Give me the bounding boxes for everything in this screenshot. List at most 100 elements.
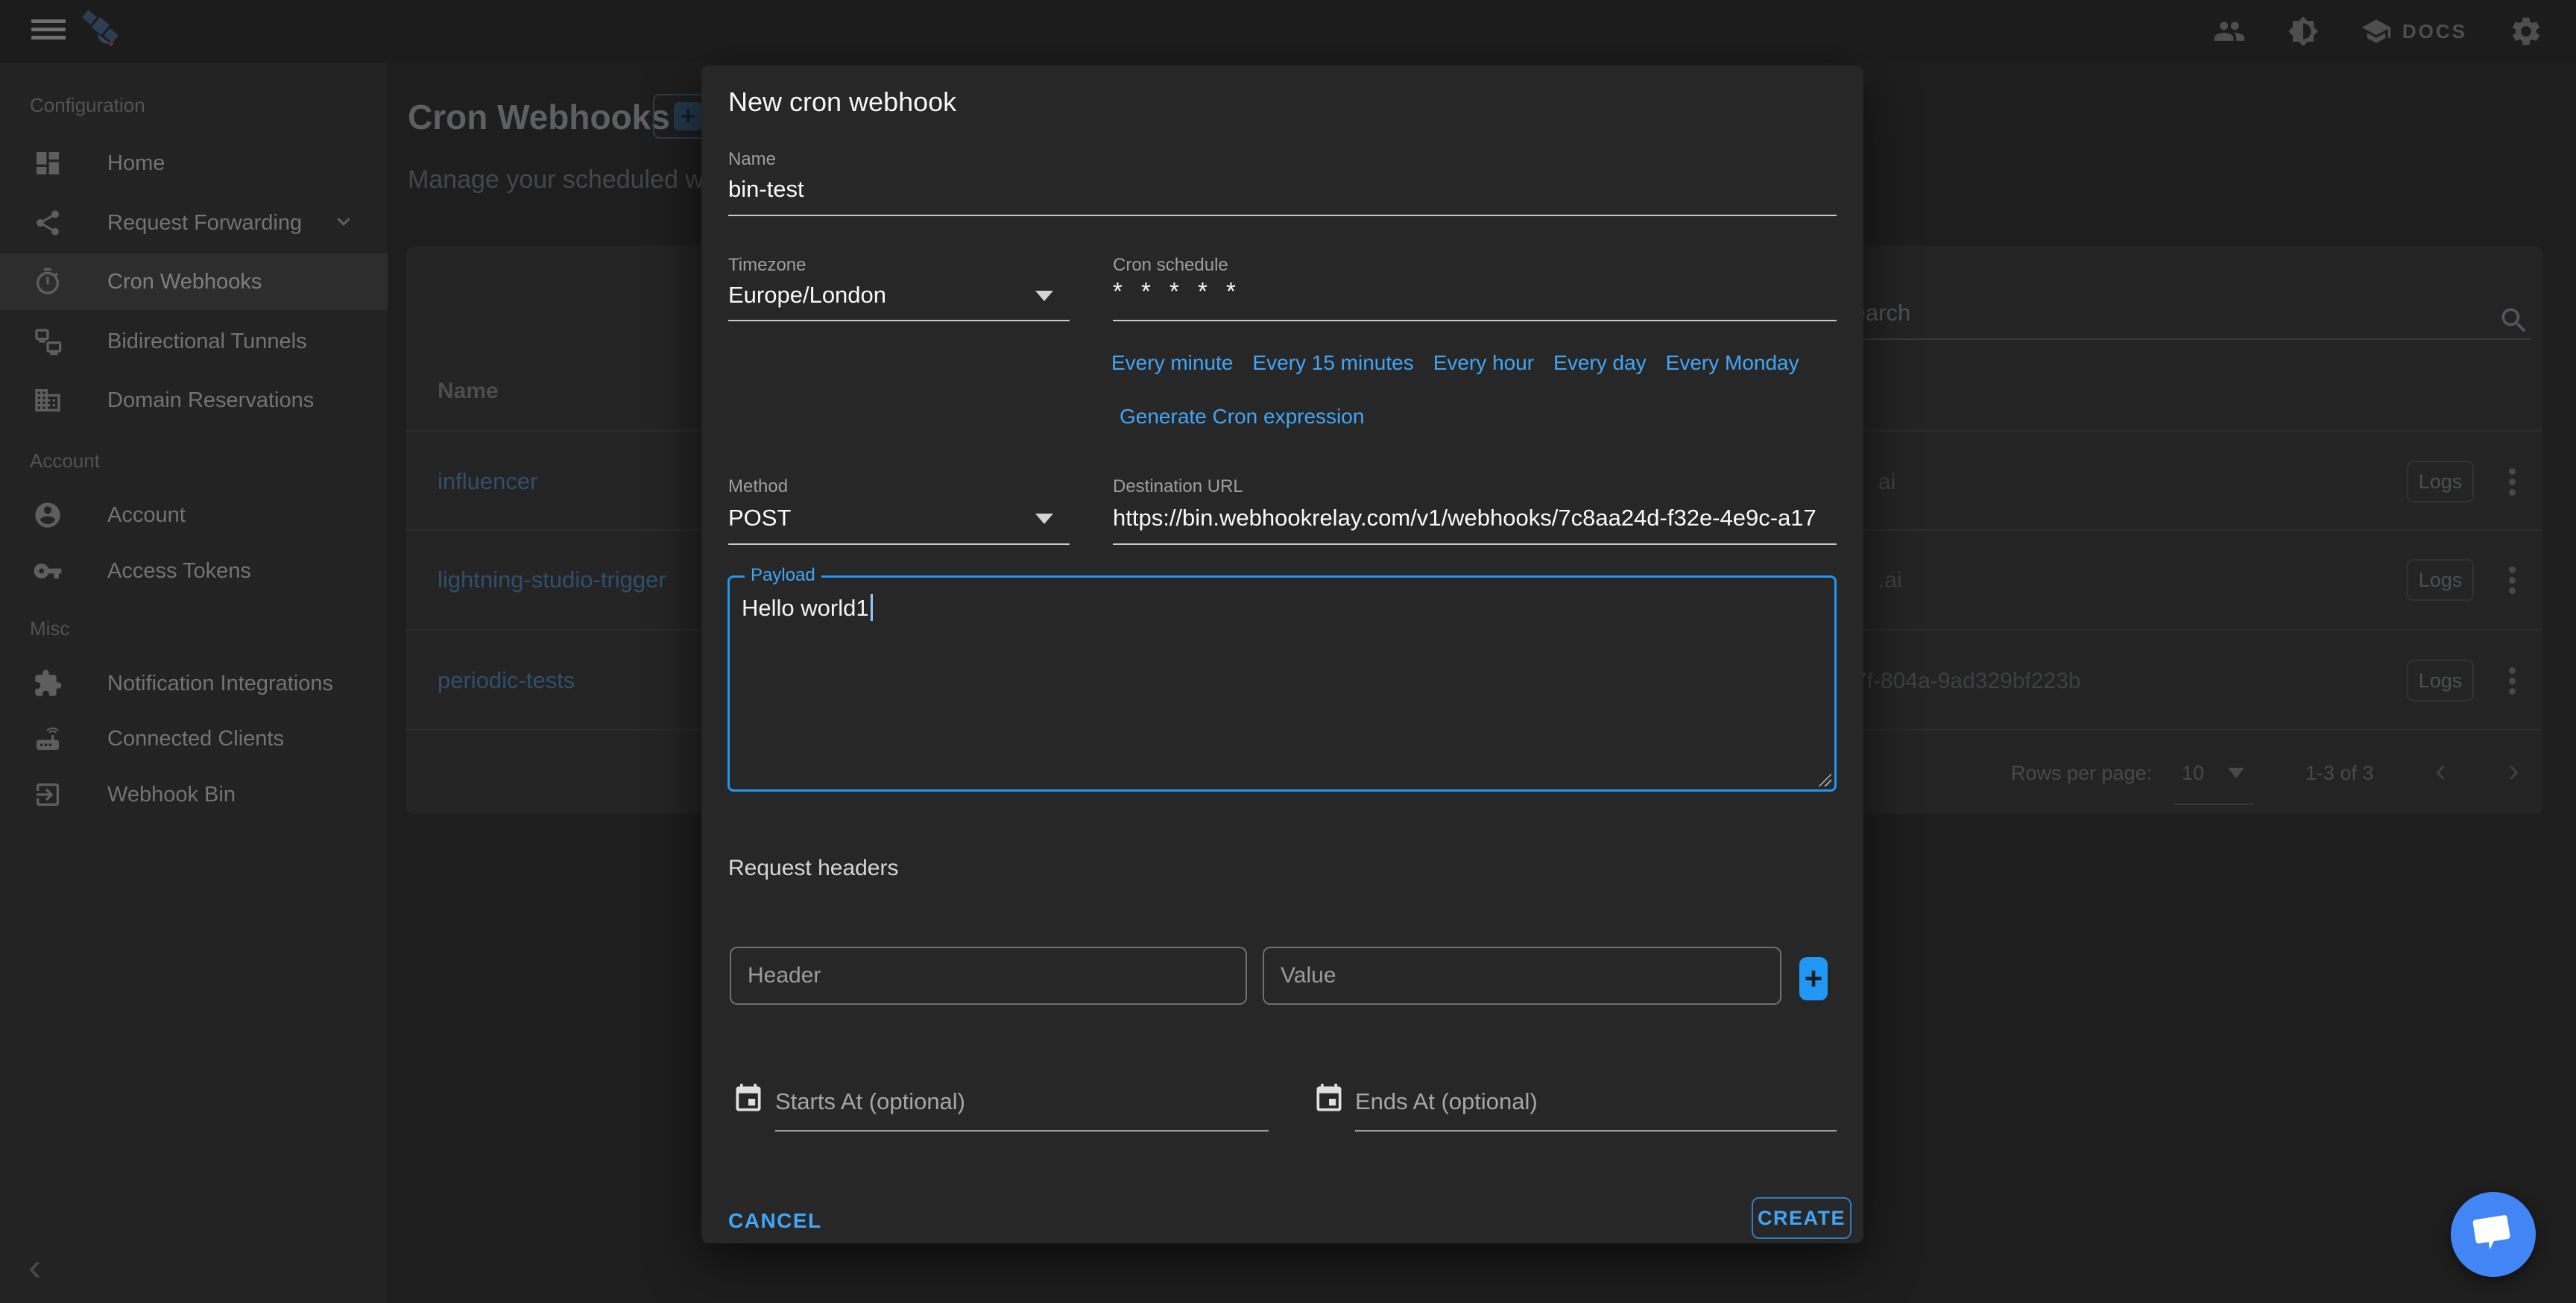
- settings-icon[interactable]: [2509, 14, 2543, 48]
- preset-every-hour[interactable]: Every hour: [1433, 351, 1534, 375]
- share-icon: [33, 208, 63, 238]
- timezone-underline: [728, 320, 1070, 321]
- accounts-icon[interactable]: [2213, 15, 2246, 48]
- value-input[interactable]: [1264, 948, 1780, 1003]
- sidebar-item-access-tokens[interactable]: Access Tokens: [0, 543, 388, 599]
- menu-icon[interactable]: [31, 19, 66, 43]
- preset-every-minute[interactable]: Every minute: [1111, 351, 1233, 375]
- devices-icon: [33, 326, 63, 356]
- sidebar-item-label: Cron Webhooks: [107, 270, 262, 294]
- sidebar-item-request-forwarding[interactable]: Request Forwarding: [0, 195, 388, 251]
- name-underline: [728, 215, 1837, 216]
- timezone-select[interactable]: Europe/London: [728, 282, 886, 309]
- previous-page-icon[interactable]: ‹: [2435, 754, 2446, 787]
- row-menu-icon[interactable]: [2507, 663, 2517, 698]
- preset-every-day[interactable]: Every day: [1553, 351, 1647, 375]
- destination-url-input[interactable]: https://bin.webhookrelay.com/v1/webhooks…: [1113, 505, 1837, 531]
- logs-button[interactable]: Logs: [2407, 461, 2474, 502]
- timezone-label: Timezone: [728, 255, 806, 276]
- sidebar-item-domain-reservations[interactable]: Domain Reservations: [0, 372, 388, 429]
- destination-url-label: Destination URL: [1113, 476, 1243, 497]
- cancel-button[interactable]: CANCEL: [728, 1209, 822, 1233]
- method-underline: [728, 543, 1070, 545]
- timer-icon: [33, 267, 63, 297]
- pagination-range: 1-3 of 3: [2305, 762, 2374, 785]
- starts-at-input[interactable]: Starts At (optional): [775, 1088, 965, 1115]
- sidebar-item-bidirectional-tunnels[interactable]: Bidirectional Tunnels: [0, 313, 388, 370]
- sidebar-item-label: Account: [107, 503, 186, 528]
- payload-textarea[interactable]: Payload Hello world1: [727, 575, 1837, 792]
- calendar-icon[interactable]: [732, 1082, 765, 1119]
- logs-button[interactable]: Logs: [2407, 660, 2474, 701]
- rows-per-page-dropdown-icon[interactable]: [2228, 768, 2244, 778]
- logs-button[interactable]: Logs: [2407, 559, 2474, 601]
- next-page-icon[interactable]: ›: [2508, 754, 2519, 787]
- cron-presets: Every minute Every 15 minutes Every hour…: [1111, 351, 1799, 375]
- chat-widget-button[interactable]: [2451, 1192, 2536, 1277]
- rows-per-page-underline: [2174, 804, 2253, 805]
- key-icon: [33, 556, 63, 586]
- exit-to-app-icon: [33, 780, 63, 810]
- domain-icon: [33, 385, 63, 415]
- ends-at-input[interactable]: Ends At (optional): [1355, 1088, 1538, 1115]
- row-menu-icon[interactable]: [2507, 464, 2517, 499]
- sidebar-item-notification-integrations[interactable]: Notification Integrations: [0, 655, 388, 712]
- sidebar-item-label: Request Forwarding: [107, 211, 302, 236]
- table-row-name[interactable]: periodic-tests: [438, 667, 575, 694]
- app-root: DOCS Configuration Home Request Forwardi…: [0, 0, 2576, 1303]
- payload-value: Hello world1: [742, 594, 873, 622]
- person-icon: [33, 500, 63, 530]
- cron-schedule-label: Cron schedule: [1113, 255, 1228, 276]
- sidebar-item-label: Notification Integrations: [107, 672, 333, 696]
- sidebar-item-cron-webhooks[interactable]: Cron Webhooks: [0, 253, 388, 310]
- app-logo-icon[interactable]: [78, 4, 125, 57]
- sidebar-item-label: Home: [107, 151, 165, 176]
- starts-at-underline: [775, 1130, 1269, 1132]
- new-cron-webhook-dialog: New cron webhook Name bin-test Timezone …: [701, 66, 1863, 1243]
- school-icon: [2361, 16, 2392, 47]
- value-field-box: [1263, 947, 1781, 1005]
- column-header-name: Name: [438, 379, 499, 404]
- chat-bubble-icon: [2467, 1208, 2520, 1261]
- method-dropdown-icon[interactable]: [1035, 514, 1053, 524]
- row-menu-icon[interactable]: [2507, 563, 2517, 598]
- header-input[interactable]: [731, 948, 1246, 1003]
- table-row-destination: .ai: [1878, 568, 1902, 593]
- table-row-name[interactable]: lightning-studio-trigger: [438, 567, 666, 593]
- create-button[interactable]: CREATE: [1752, 1197, 1852, 1239]
- preset-every-monday[interactable]: Every Monday: [1666, 351, 1799, 375]
- destination-url-underline: [1113, 543, 1837, 545]
- search-icon: [2498, 304, 2531, 341]
- timezone-dropdown-icon[interactable]: [1035, 291, 1053, 301]
- table-row-name[interactable]: influencer: [438, 468, 537, 495]
- preset-every-15-minutes[interactable]: Every 15 minutes: [1252, 351, 1413, 375]
- request-headers-label: Request headers: [728, 856, 899, 881]
- dialog-title: New cron webhook: [728, 86, 956, 118]
- page-subtitle: Manage your scheduled we: [408, 165, 718, 195]
- calendar-icon[interactable]: [1313, 1082, 1345, 1119]
- collapse-sidebar-icon[interactable]: ‹: [28, 1245, 41, 1290]
- sidebar-item-label: Webhook Bin: [107, 783, 236, 807]
- sidebar-item-connected-clients[interactable]: Connected Clients: [0, 710, 388, 767]
- docs-link[interactable]: DOCS: [2361, 16, 2467, 47]
- cron-schedule-input[interactable]: * * * * *: [1113, 277, 1242, 306]
- theme-toggle-icon[interactable]: [2288, 16, 2319, 47]
- method-select[interactable]: POST: [728, 505, 791, 531]
- sidebar-item-webhook-bin[interactable]: Webhook Bin: [0, 766, 388, 823]
- sidebar-item-label: Domain Reservations: [107, 388, 314, 413]
- topbar: DOCS: [0, 0, 2576, 63]
- generate-cron-expression-link[interactable]: Generate Cron expression: [1120, 405, 1364, 429]
- name-label: Name: [728, 149, 776, 170]
- resize-handle-icon[interactable]: [1818, 773, 1831, 786]
- header-field-box: [730, 947, 1247, 1005]
- page-title: Cron Webhooks: [408, 97, 670, 137]
- section-configuration: Configuration: [30, 94, 145, 117]
- sidebar-item-home[interactable]: Home: [0, 135, 388, 192]
- rows-per-page-value[interactable]: 10: [2182, 762, 2204, 785]
- name-input[interactable]: bin-test: [728, 176, 804, 203]
- ends-at-underline: [1355, 1130, 1837, 1132]
- chevron-down-icon: [332, 210, 355, 236]
- sidebar-item-account[interactable]: Account: [0, 487, 388, 543]
- add-header-button[interactable]: +: [1799, 957, 1828, 1000]
- method-label: Method: [728, 476, 788, 497]
